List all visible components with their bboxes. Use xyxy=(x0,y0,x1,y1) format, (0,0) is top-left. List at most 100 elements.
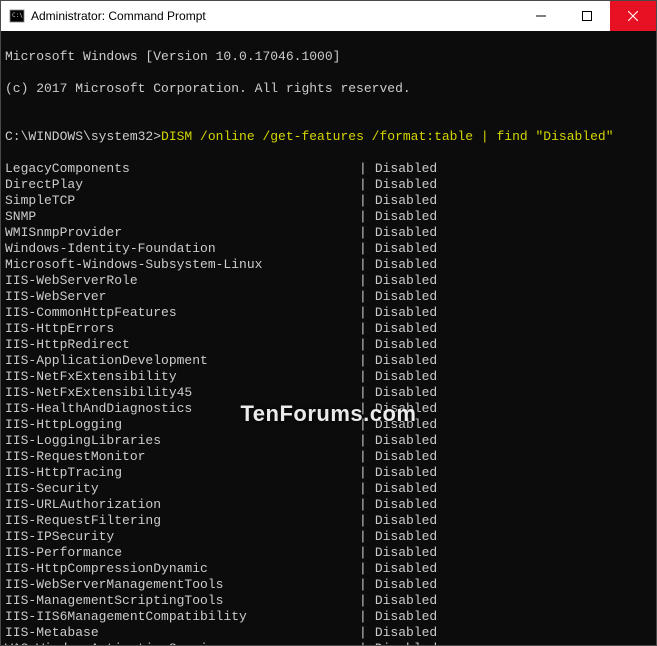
table-row: IIS-HttpRedirect |Disabled xyxy=(5,337,652,353)
feature-status: Disabled xyxy=(367,241,437,257)
titlebar-controls xyxy=(518,1,656,31)
feature-status: Disabled xyxy=(367,449,437,465)
feature-name: IIS-CommonHttpFeatures xyxy=(5,305,359,321)
column-separator: | xyxy=(359,593,367,609)
prompt-line: C:\WINDOWS\system32>DISM /online /get-fe… xyxy=(5,129,652,145)
table-row: IIS-WebServerManagementTools |Disabled xyxy=(5,577,652,593)
table-row: IIS-NetFxExtensibility45 |Disabled xyxy=(5,385,652,401)
column-separator: | xyxy=(359,401,367,417)
feature-name: WMISnmpProvider xyxy=(5,225,359,241)
feature-name: Windows-Identity-Foundation xyxy=(5,241,359,257)
feature-name: IIS-LoggingLibraries xyxy=(5,433,359,449)
command-text: DISM /online /get-features /format:table… xyxy=(161,129,613,144)
table-row: IIS-RequestFiltering |Disabled xyxy=(5,513,652,529)
feature-name: LegacyComponents xyxy=(5,161,359,177)
feature-status: Disabled xyxy=(367,369,437,385)
column-separator: | xyxy=(359,417,367,433)
feature-status: Disabled xyxy=(367,161,437,177)
feature-name: IIS-HealthAndDiagnostics xyxy=(5,401,359,417)
table-row: IIS-HttpErrors |Disabled xyxy=(5,321,652,337)
column-separator: | xyxy=(359,545,367,561)
column-separator: | xyxy=(359,529,367,545)
column-separator: | xyxy=(359,161,367,177)
column-separator: | xyxy=(359,481,367,497)
table-row: WMISnmpProvider |Disabled xyxy=(5,225,652,241)
feature-status: Disabled xyxy=(367,193,437,209)
close-button[interactable] xyxy=(610,1,656,31)
column-separator: | xyxy=(359,625,367,641)
feature-name: IIS-IIS6ManagementCompatibility xyxy=(5,609,359,625)
feature-status: Disabled xyxy=(367,609,437,625)
titlebar[interactable]: C:\ Administrator: Command Prompt xyxy=(1,1,656,31)
feature-status: Disabled xyxy=(367,641,437,645)
feature-name: IIS-RequestFiltering xyxy=(5,513,359,529)
column-separator: | xyxy=(359,257,367,273)
table-row: IIS-CommonHttpFeatures |Disabled xyxy=(5,305,652,321)
feature-name: IIS-HttpCompressionDynamic xyxy=(5,561,359,577)
feature-status: Disabled xyxy=(367,337,437,353)
column-separator: | xyxy=(359,241,367,257)
column-separator: | xyxy=(359,209,367,225)
terminal-output[interactable]: Microsoft Windows [Version 10.0.17046.10… xyxy=(1,31,656,645)
minimize-button[interactable] xyxy=(518,1,564,31)
feature-name: SNMP xyxy=(5,209,359,225)
feature-status: Disabled xyxy=(367,625,437,641)
feature-name: DirectPlay xyxy=(5,177,359,193)
table-row: IIS-NetFxExtensibility |Disabled xyxy=(5,369,652,385)
maximize-button[interactable] xyxy=(564,1,610,31)
table-row: IIS-HttpCompressionDynamic |Disabled xyxy=(5,561,652,577)
table-row: LegacyComponents |Disabled xyxy=(5,161,652,177)
feature-status: Disabled xyxy=(367,273,437,289)
column-separator: | xyxy=(359,433,367,449)
column-separator: | xyxy=(359,641,367,645)
feature-status: Disabled xyxy=(367,529,437,545)
column-separator: | xyxy=(359,369,367,385)
column-separator: | xyxy=(359,449,367,465)
column-separator: | xyxy=(359,609,367,625)
feature-name: IIS-Security xyxy=(5,481,359,497)
feature-status: Disabled xyxy=(367,545,437,561)
cmd-icon: C:\ xyxy=(9,8,25,24)
feature-name: IIS-NetFxExtensibility45 xyxy=(5,385,359,401)
copyright-line: (c) 2017 Microsoft Corporation. All righ… xyxy=(5,81,652,97)
feature-status: Disabled xyxy=(367,433,437,449)
table-row: IIS-RequestMonitor |Disabled xyxy=(5,449,652,465)
column-separator: | xyxy=(359,561,367,577)
feature-name: SimpleTCP xyxy=(5,193,359,209)
column-separator: | xyxy=(359,177,367,193)
column-separator: | xyxy=(359,513,367,529)
column-separator: | xyxy=(359,289,367,305)
feature-name: IIS-HttpRedirect xyxy=(5,337,359,353)
feature-name: WAS-WindowsActivationService xyxy=(5,641,359,645)
column-separator: | xyxy=(359,465,367,481)
table-row: SNMP |Disabled xyxy=(5,209,652,225)
feature-status: Disabled xyxy=(367,305,437,321)
feature-name: Microsoft-Windows-Subsystem-Linux xyxy=(5,257,359,273)
feature-name: IIS-WebServerManagementTools xyxy=(5,577,359,593)
feature-status: Disabled xyxy=(367,481,437,497)
column-separator: | xyxy=(359,321,367,337)
feature-name: IIS-Metabase xyxy=(5,625,359,641)
feature-name: IIS-ApplicationDevelopment xyxy=(5,353,359,369)
feature-name: IIS-IPSecurity xyxy=(5,529,359,545)
feature-name: IIS-URLAuthorization xyxy=(5,497,359,513)
table-row: IIS-HttpLogging |Disabled xyxy=(5,417,652,433)
table-row: IIS-Performance |Disabled xyxy=(5,545,652,561)
feature-status: Disabled xyxy=(367,561,437,577)
window-title: Administrator: Command Prompt xyxy=(31,9,518,23)
feature-name: IIS-ManagementScriptingTools xyxy=(5,593,359,609)
feature-status: Disabled xyxy=(367,465,437,481)
column-separator: | xyxy=(359,353,367,369)
column-separator: | xyxy=(359,385,367,401)
feature-status: Disabled xyxy=(367,385,437,401)
feature-name: IIS-WebServerRole xyxy=(5,273,359,289)
feature-name: IIS-NetFxExtensibility xyxy=(5,369,359,385)
feature-name: IIS-RequestMonitor xyxy=(5,449,359,465)
feature-status: Disabled xyxy=(367,209,437,225)
column-separator: | xyxy=(359,497,367,513)
feature-status: Disabled xyxy=(367,257,437,273)
feature-status: Disabled xyxy=(367,177,437,193)
table-row: IIS-WebServerRole |Disabled xyxy=(5,273,652,289)
feature-status: Disabled xyxy=(367,593,437,609)
prompt-path: C:\WINDOWS\system32> xyxy=(5,129,161,144)
